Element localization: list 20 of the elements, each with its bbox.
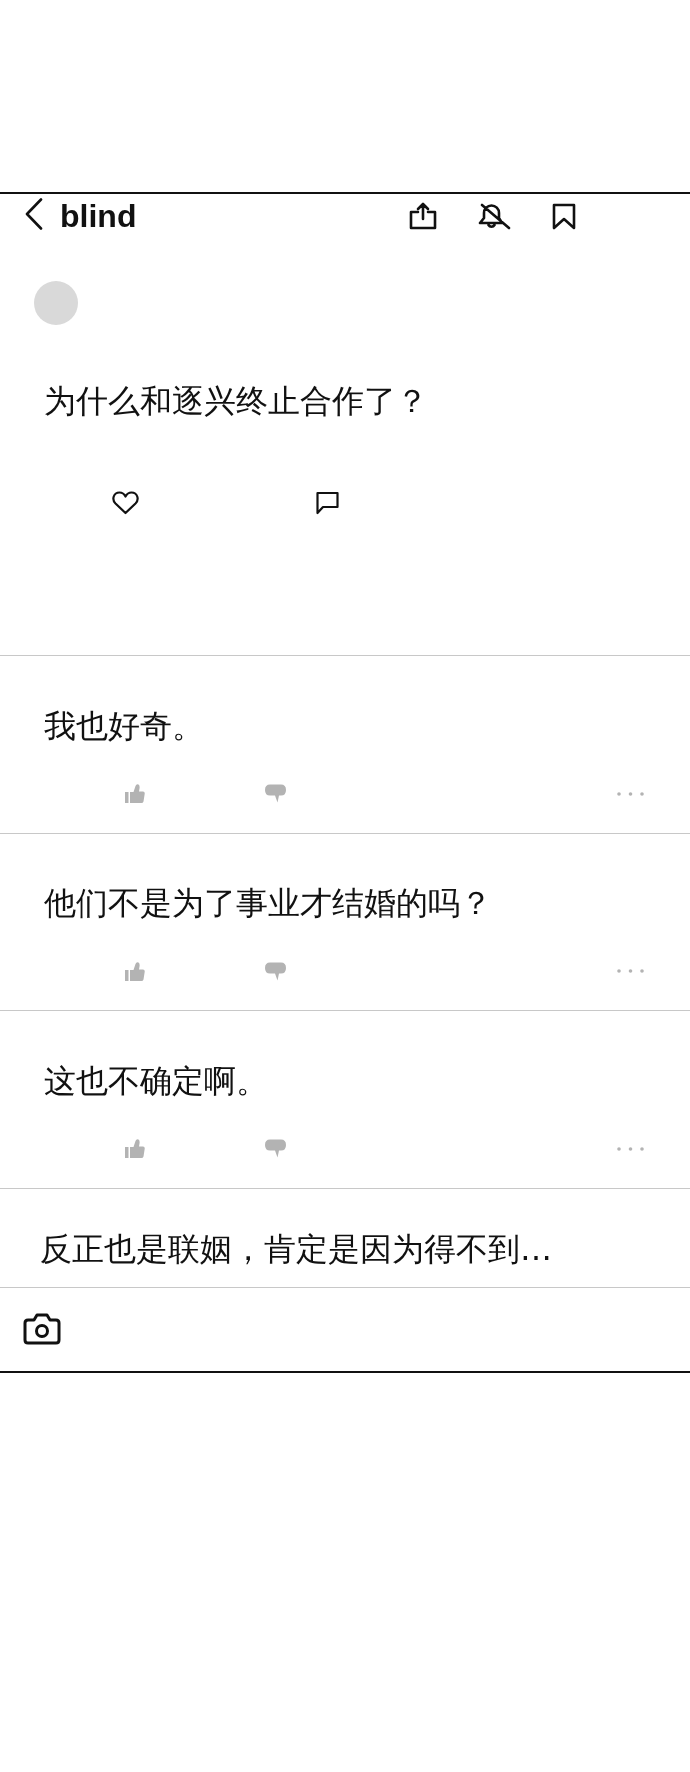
thumbs-up-icon[interactable]	[125, 784, 145, 803]
back-icon[interactable]	[25, 198, 43, 230]
comment-text: 我也好奇。	[44, 705, 204, 747]
more-icon[interactable]	[617, 969, 644, 973]
post-title: 为什么和逐兴终止合作了？	[44, 381, 428, 422]
bell-off-icon[interactable]	[478, 203, 512, 230]
comment-text: 他们不是为了事业才结婚的吗？	[44, 883, 492, 924]
thumbs-up-icon[interactable]	[125, 1139, 145, 1158]
avatar-icon	[34, 281, 78, 325]
share-icon[interactable]	[409, 202, 438, 230]
comment-text: 这也不确定啊。	[44, 1060, 268, 1102]
camera-icon[interactable]	[23, 1312, 61, 1345]
thumbs-up-icon[interactable]	[125, 961, 145, 981]
bookmark-icon[interactable]	[552, 203, 577, 230]
speech-bubble-icon[interactable]	[315, 491, 340, 515]
app-logo: blind	[60, 201, 137, 231]
more-icon[interactable]	[617, 791, 644, 796]
more-icon[interactable]	[617, 1146, 644, 1151]
comment-text: 反正也是联姻，肯定是因为得不到…	[40, 1228, 552, 1270]
heart-icon[interactable]	[112, 491, 139, 515]
